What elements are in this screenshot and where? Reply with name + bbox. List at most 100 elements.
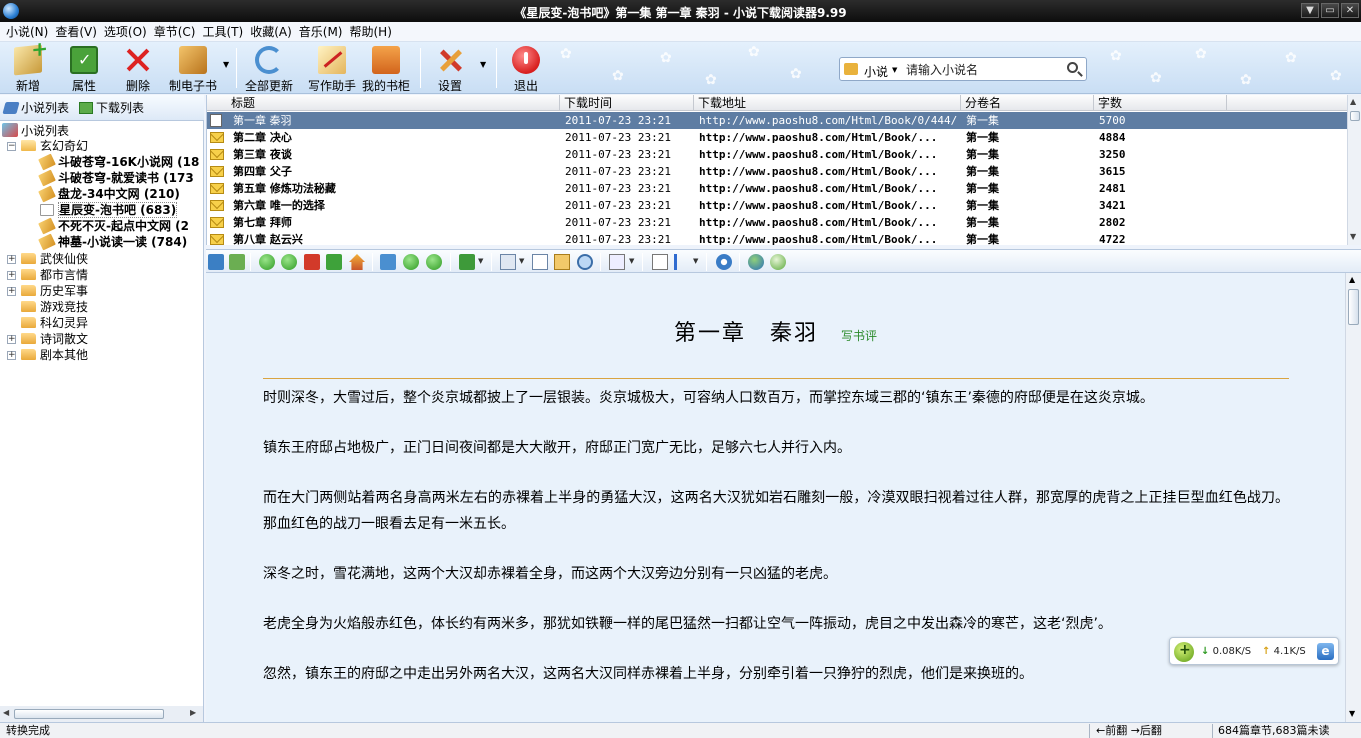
folder-icon[interactable] <box>554 254 570 270</box>
tree-novel-item[interactable]: 神墓-小说读一读 (784) <box>38 233 187 251</box>
tree-category-kehuan[interactable]: 科幻灵异 <box>21 315 88 331</box>
window-icon[interactable] <box>208 254 224 270</box>
back-arrow-icon[interactable] <box>259 254 275 270</box>
menu-novel[interactable]: 小说(N) <box>4 23 53 40</box>
search-input[interactable] <box>906 61 1056 78</box>
column-header-time[interactable]: 下载时间 <box>560 95 694 111</box>
scroll-up-icon[interactable]: ▲ <box>1349 275 1355 284</box>
menu-chapter[interactable]: 章节(C) <box>152 23 201 40</box>
menu-options[interactable]: 选项(O) <box>102 23 152 40</box>
menu-view[interactable]: 查看(V) <box>53 23 102 40</box>
tab-download-list[interactable]: 下载列表 <box>75 99 150 116</box>
table-vertical-scrollbar[interactable]: ▲ ▼ <box>1347 95 1361 245</box>
column-header-title[interactable]: 标题 <box>207 95 560 111</box>
search-icon[interactable] <box>1067 62 1078 73</box>
delete-button[interactable]: 删除 <box>118 44 158 93</box>
speaker-icon[interactable] <box>770 254 786 270</box>
tab-novel-list[interactable]: 小说列表 <box>0 99 75 116</box>
make-ebook-dropdown-icon[interactable]: ▼ <box>223 60 229 69</box>
tree-category-dushi[interactable]: 都市言情 <box>21 267 88 283</box>
tree-category-xuanhuan[interactable]: 玄幻奇幻 <box>21 138 88 154</box>
expand-icon[interactable]: + <box>7 335 16 344</box>
tree-horizontal-scrollbar[interactable]: ◀ ▶ <box>0 706 204 722</box>
forward-arrow-icon[interactable] <box>281 254 297 270</box>
gear-icon[interactable] <box>716 254 732 270</box>
sync-icon[interactable] <box>380 254 396 270</box>
settings-dropdown-icon[interactable]: ▼ <box>480 60 486 69</box>
menu-favorites[interactable]: 收藏(A) <box>248 23 297 40</box>
column-header-words[interactable]: 字数 <box>1094 95 1227 111</box>
new-button[interactable]: 新增 <box>8 44 48 93</box>
scroll-left-icon[interactable]: ◀ <box>3 708 9 717</box>
properties-button[interactable]: 属性 <box>64 44 104 93</box>
chevron-down-icon[interactable]: ▼ <box>892 66 897 74</box>
scroll-right-icon[interactable]: ▶ <box>190 708 196 717</box>
write-review-link[interactable]: 写书评 <box>841 329 877 343</box>
settings-button[interactable]: 设置 <box>432 44 468 93</box>
collapse-icon[interactable]: − <box>7 142 16 151</box>
menu-music[interactable]: 音乐(M) <box>297 23 348 40</box>
table-row[interactable]: 第八章 赵云兴 2011-07-23 23:21 http://www.paos… <box>207 231 1348 248</box>
writing-assistant-button[interactable]: 写作助手 <box>306 44 358 93</box>
refresh-icon[interactable] <box>326 254 342 270</box>
table-row[interactable]: 第三章 夜谈 2011-07-23 23:21 http://www.paosh… <box>207 146 1348 163</box>
table-row[interactable]: 第四章 父子 2011-07-23 23:21 http://www.paosh… <box>207 163 1348 180</box>
tree-novel-item-selected[interactable]: 星辰变-泡书吧 (683) <box>40 202 178 218</box>
tree-category-juben[interactable]: 剧本其他 <box>21 347 88 363</box>
table-row-selected[interactable]: 第一章 秦羽 2011-07-23 23:21 http://www.paosh… <box>207 112 1348 129</box>
column-header-url[interactable]: 下载地址 <box>694 95 961 111</box>
up-arrow-icon[interactable] <box>403 254 419 270</box>
column-header-volume[interactable]: 分卷名 <box>961 95 1094 111</box>
stop-icon[interactable] <box>304 254 320 270</box>
document-dropdown-icon[interactable]: ▼ <box>629 257 634 265</box>
search-icon[interactable] <box>577 254 593 270</box>
tree-category-youxi[interactable]: 游戏竞技 <box>21 299 88 315</box>
menu-tools[interactable]: 工具(T) <box>200 23 248 40</box>
expand-icon[interactable]: + <box>7 287 16 296</box>
expand-icon[interactable]: + <box>7 351 16 360</box>
my-bookshelf-button[interactable]: 我的书柜 <box>360 44 412 93</box>
notepad-icon[interactable] <box>652 254 668 270</box>
tree-novel-item[interactable]: 斗破苍穹-就爱读书 (173 <box>38 169 194 187</box>
tree-novel-item[interactable]: 斗破苍穹-16K小说网 (18 <box>38 153 199 171</box>
menu-help[interactable]: 帮助(H) <box>347 23 396 40</box>
tree-root[interactable]: 小说列表 <box>2 123 69 139</box>
download-speed-widget[interactable]: ↓ 0.08K/S ↑ 4.1K/S e <box>1169 637 1339 665</box>
export-icon[interactable] <box>459 254 475 270</box>
table-row[interactable]: 第七章 拜师 2011-07-23 23:21 http://www.paosh… <box>207 214 1348 231</box>
add-page-icon[interactable] <box>500 254 516 270</box>
tree-novel-item[interactable]: 不死不灭-起点中文网 (2 <box>38 217 189 235</box>
flag-dropdown-icon[interactable]: ▼ <box>693 257 698 265</box>
update-all-button[interactable]: 全部更新 <box>242 44 296 93</box>
tree-novel-item[interactable]: 盘龙-34中文网 (210) <box>38 185 180 203</box>
search-scope-select[interactable]: 小说 <box>864 63 888 80</box>
scroll-down-icon[interactable]: ▼ <box>1349 709 1355 718</box>
globe-icon[interactable] <box>748 254 764 270</box>
expand-icon[interactable]: + <box>7 255 16 264</box>
reader-vertical-scrollbar[interactable]: ▲ ▼ <box>1345 273 1361 722</box>
export-dropdown-icon[interactable]: ▼ <box>478 257 483 265</box>
home-icon[interactable] <box>349 254 365 270</box>
tree-category-shici[interactable]: 诗词散文 <box>21 331 88 347</box>
edit-page-icon[interactable] <box>532 254 548 270</box>
tree-category-wuxia[interactable]: 武侠仙侠 <box>21 251 88 267</box>
table-row[interactable]: 第六章 唯一的选择 2011-07-23 23:21 http://www.pa… <box>207 197 1348 214</box>
minimize-button[interactable]: ▼ <box>1301 3 1319 18</box>
tree-category-lishi[interactable]: 历史军事 <box>21 283 88 299</box>
open-book-icon[interactable] <box>229 254 245 270</box>
close-button[interactable]: ✕ <box>1341 3 1359 18</box>
scroll-thumb[interactable] <box>14 709 164 719</box>
exit-button[interactable]: 退出 <box>508 44 544 93</box>
expand-icon[interactable]: + <box>7 271 16 280</box>
scroll-thumb[interactable] <box>1350 111 1360 121</box>
table-row[interactable]: 第二章 决心 2011-07-23 23:21 http://www.paosh… <box>207 129 1348 146</box>
scroll-down-icon[interactable]: ▼ <box>1350 232 1356 241</box>
flag-icon[interactable] <box>674 254 690 270</box>
maximize-button[interactable]: ▭ <box>1321 3 1339 18</box>
down-arrow-icon[interactable] <box>426 254 442 270</box>
make-ebook-button[interactable]: 制电子书 <box>166 44 220 93</box>
browser-icon[interactable]: e <box>1317 643 1334 660</box>
scroll-up-icon[interactable]: ▲ <box>1350 97 1356 106</box>
add-page-dropdown-icon[interactable]: ▼ <box>519 257 524 265</box>
table-row[interactable]: 第五章 修炼功法秘藏 2011-07-23 23:21 http://www.p… <box>207 180 1348 197</box>
